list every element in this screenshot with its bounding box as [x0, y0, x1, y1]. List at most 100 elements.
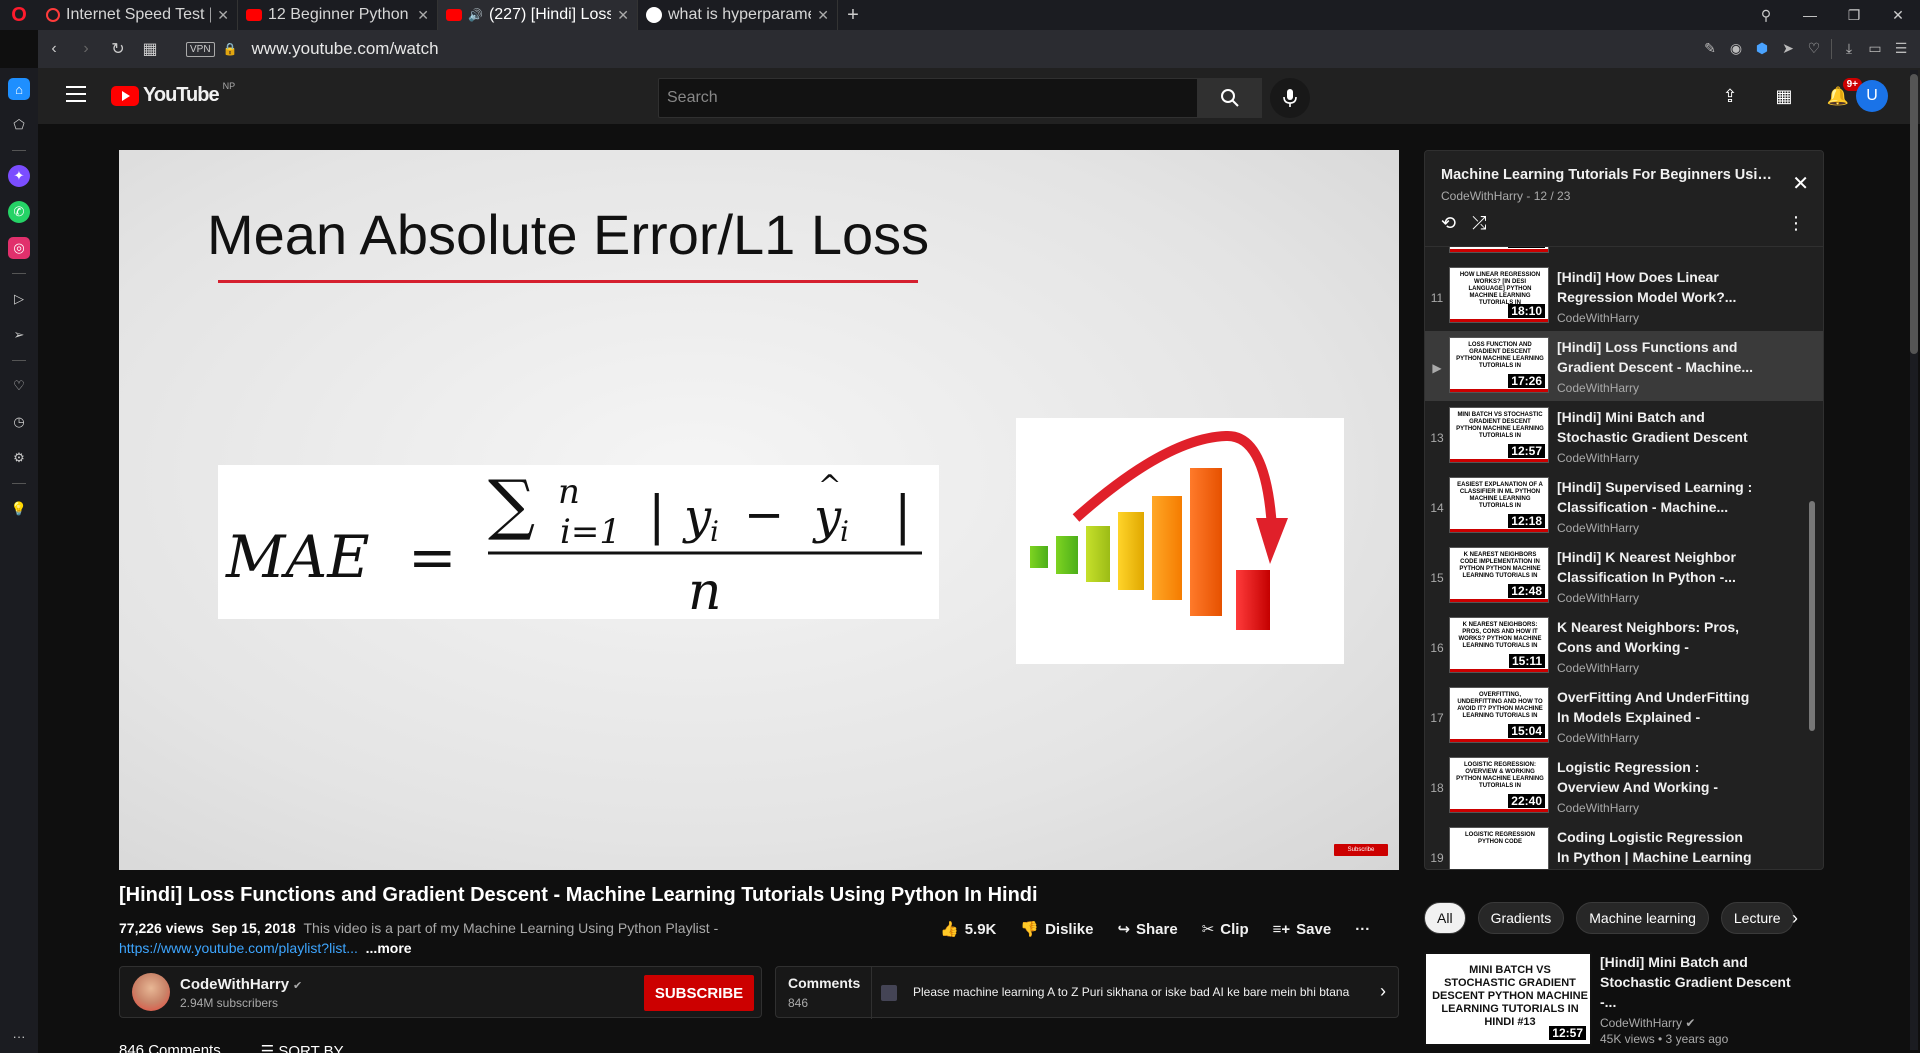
- page-scrollbar[interactable]: [1910, 70, 1918, 1050]
- avatar[interactable]: U: [1856, 80, 1888, 112]
- download-icon[interactable]: ⤓: [1840, 40, 1858, 58]
- history-icon[interactable]: ◷: [8, 411, 30, 433]
- menu-icon[interactable]: [66, 86, 86, 102]
- camera-icon[interactable]: ◉: [1727, 40, 1745, 58]
- channel-name[interactable]: CodeWithHarry ✔: [180, 976, 302, 993]
- minimize-icon[interactable]: —: [1788, 0, 1832, 30]
- player-icon[interactable]: ▷: [8, 288, 30, 310]
- playlist-title[interactable]: Machine Learning Tutorials For Beginners…: [1441, 167, 1777, 183]
- clip-button[interactable]: ✂ Clip: [1202, 920, 1249, 938]
- playlist-link[interactable]: https://www.youtube.com/playlist?list...: [119, 940, 358, 956]
- forward-icon[interactable]: ›: [70, 40, 102, 58]
- video-thumbnail[interactable]: K nearest neighbors code implementation …: [1449, 547, 1549, 603]
- speed-dial-icon[interactable]: ▦: [134, 39, 166, 59]
- instagram-icon[interactable]: ◎: [8, 237, 30, 259]
- more-icon[interactable]: ···: [8, 1025, 30, 1047]
- close-icon[interactable]: ✕: [1792, 171, 1809, 196]
- video-thumbnail[interactable]: Mini batch vs stochastic gradient descen…: [1424, 952, 1592, 1046]
- close-window-icon[interactable]: ✕: [1876, 0, 1920, 30]
- video-thumbnail[interactable]: Mini batch vs stochastic gradient descen…: [1449, 407, 1549, 463]
- video-thumbnail[interactable]: K nearest neighbors: pros, cons and how …: [1449, 617, 1549, 673]
- video-thumbnail[interactable]: Easiest explanation of a classifier in M…: [1449, 477, 1549, 533]
- bulb-icon[interactable]: 💡: [8, 498, 30, 520]
- playlist-item[interactable]: 19 Logistic regression python code Coding …: [1425, 821, 1823, 869]
- flow-icon[interactable]: ➢: [8, 324, 30, 346]
- playlist-item[interactable]: 14 Easiest explanation of a classifier in…: [1425, 471, 1823, 541]
- video-description[interactable]: 77,226 views Sep 15, 2018 This video is …: [119, 918, 899, 958]
- vpn-badge[interactable]: VPN: [186, 41, 215, 57]
- playlist-item[interactable]: ▶ Loss function and gradient descent Pyth…: [1425, 331, 1823, 401]
- filter-chip[interactable]: All: [1424, 902, 1466, 934]
- browser-tab[interactable]: 12 Beginner Python F ✕: [238, 0, 438, 30]
- more-vert-icon[interactable]: ⋮: [1787, 213, 1805, 234]
- search-button[interactable]: [1198, 78, 1262, 118]
- youtube-logo[interactable]: YouTube NP: [111, 81, 235, 107]
- messenger-icon[interactable]: ✦: [8, 165, 30, 187]
- recommended-video[interactable]: Mini batch vs stochastic gradient descen…: [1424, 952, 1824, 1046]
- subscribe-button[interactable]: SUBSCRIBE: [644, 975, 754, 1011]
- tab-search-icon[interactable]: ⚲: [1744, 0, 1788, 30]
- playlist-item[interactable]: 13 Mini batch vs stochastic gradient desc…: [1425, 401, 1823, 471]
- playlist-item[interactable]: 18 Logistic regression: overview & workin…: [1425, 751, 1823, 821]
- close-tab-icon[interactable]: ✕: [817, 7, 829, 24]
- subscribe-watermark[interactable]: Subscribe: [1334, 844, 1388, 856]
- close-tab-icon[interactable]: ✕: [217, 7, 229, 24]
- playlist-item[interactable]: 17 Overfitting, underfitting and how to a…: [1425, 681, 1823, 751]
- search-input[interactable]: Search: [658, 78, 1198, 118]
- home-icon[interactable]: ⌂: [8, 78, 30, 100]
- easy-setup-icon[interactable]: ☰: [1892, 40, 1910, 58]
- upload-icon[interactable]: ⇪: [1718, 84, 1742, 108]
- filter-chip[interactable]: Gradients: [1477, 902, 1565, 934]
- save-button[interactable]: ≡+ Save: [1273, 921, 1332, 938]
- chevron-right-icon[interactable]: ›: [1380, 981, 1386, 1002]
- video-thumbnail[interactable]: How linear regression works? [In Desi La…: [1449, 267, 1549, 323]
- sort-by-button[interactable]: ☰ SORT BY: [261, 1042, 344, 1053]
- heart-icon[interactable]: ♡: [1805, 40, 1823, 58]
- lock-icon[interactable]: 🔒: [223, 42, 238, 56]
- more-actions-button[interactable]: ···: [1355, 921, 1370, 938]
- new-tab-button[interactable]: +: [838, 4, 868, 27]
- video-thumbnail[interactable]: Overfitting, underfitting and how to avo…: [1449, 687, 1549, 743]
- browser-tab-active[interactable]: 🔊 (227) [Hindi] Loss F ✕: [438, 0, 638, 30]
- apps-icon[interactable]: ▦: [1772, 84, 1796, 108]
- speaker-icon[interactable]: 🔊: [468, 8, 483, 22]
- video-thumbnail[interactable]: Loss function and gradient descent Pytho…: [1449, 337, 1549, 393]
- share-button[interactable]: ↪ Share: [1117, 920, 1177, 938]
- playlist-item[interactable]: 16 K nearest neighbors: pros, cons and ho…: [1425, 611, 1823, 681]
- video-thumbnail[interactable]: Logistic regression python code: [1449, 827, 1549, 869]
- bookmarks-icon[interactable]: ⬠: [8, 114, 30, 136]
- playlist-item[interactable]: 11 How linear regression works? [In Desi …: [1425, 261, 1823, 331]
- edit-icon[interactable]: ✎: [1701, 40, 1719, 58]
- settings-icon[interactable]: ⚙: [8, 447, 30, 469]
- browser-tab[interactable]: what is hyperparame ✕: [638, 0, 838, 30]
- url-field[interactable]: www.youtube.com/watch: [252, 39, 439, 59]
- battery-icon[interactable]: ▭: [1866, 40, 1884, 58]
- dislike-button[interactable]: 👎 Dislike: [1020, 920, 1093, 938]
- close-tab-icon[interactable]: ✕: [617, 7, 629, 24]
- whatsapp-icon[interactable]: ✆: [8, 201, 30, 223]
- heart-icon[interactable]: ♡: [8, 375, 30, 397]
- comments-teaser[interactable]: Comments 846 Please machine learning A t…: [775, 966, 1399, 1019]
- shuffle-icon[interactable]: ⤮: [1472, 213, 1486, 234]
- notifications-icon[interactable]: 🔔 9+: [1826, 78, 1862, 108]
- back-icon[interactable]: ‹: [38, 40, 70, 58]
- playlist-item[interactable]: 15 K nearest neighbors code implementatio…: [1425, 541, 1823, 611]
- channel-avatar[interactable]: [132, 973, 170, 1011]
- browser-tab[interactable]: Internet Speed Test | ✕: [38, 0, 238, 30]
- more-button[interactable]: ...more: [366, 940, 412, 956]
- video-thumbnail[interactable]: Logistic regression: overview & working …: [1449, 757, 1549, 813]
- shield-icon[interactable]: ⬢: [1753, 40, 1771, 58]
- maximize-icon[interactable]: ❐: [1832, 0, 1876, 30]
- video-player[interactable]: Mean Absolute Error/L1 Loss MAE = ∑ n i=…: [119, 150, 1399, 870]
- voice-search-button[interactable]: [1270, 78, 1310, 118]
- reload-icon[interactable]: ↻: [102, 39, 134, 59]
- filter-chip[interactable]: Machine learning: [1576, 902, 1709, 934]
- like-button[interactable]: 👍 5.9K: [940, 920, 996, 938]
- filter-chip[interactable]: Lecture: [1720, 902, 1794, 934]
- playlist-channel[interactable]: CodeWithHarry: [1441, 189, 1523, 203]
- playlist-scrollbar[interactable]: [1809, 501, 1815, 731]
- loop-icon[interactable]: ⟲: [1441, 213, 1456, 234]
- send-icon[interactable]: ➤: [1779, 40, 1797, 58]
- close-tab-icon[interactable]: ✕: [417, 7, 429, 24]
- chevron-right-icon[interactable]: ›: [1792, 908, 1798, 929]
